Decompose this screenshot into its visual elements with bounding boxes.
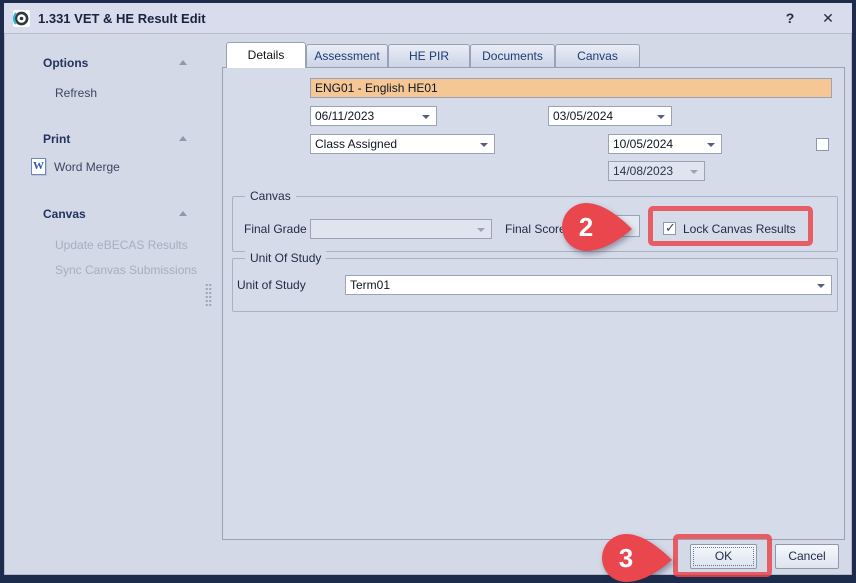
chevron-down-icon[interactable] (657, 115, 665, 119)
unit-of-study-label: Unit of Study (237, 275, 306, 295)
due-census-date-dropdown: 14/08/2023 (608, 161, 705, 181)
close-button[interactable]: ✕ (816, 7, 840, 30)
due-census-date-value: 14/08/2023 (613, 164, 673, 178)
final-score-label: Final Score (505, 219, 566, 239)
title-bar: 1.331 VET & HE Result Edit ? ✕ (4, 3, 852, 34)
tab-canvas[interactable]: Canvas (555, 44, 640, 67)
result-entry-date-dropdown[interactable]: 10/05/2024 (608, 134, 722, 154)
sidebar-group-print[interactable]: Print (43, 131, 70, 147)
final-grade-dropdown (310, 219, 492, 239)
cancel-button[interactable]: Cancel (775, 544, 839, 569)
chevron-down-icon[interactable] (422, 115, 430, 119)
window-title: 1.331 VET & HE Result Edit (38, 3, 206, 34)
finish-date-value: 03/05/2024 (553, 109, 613, 123)
panel-splitter-handle[interactable] (205, 283, 212, 306)
unit-of-study-dropdown[interactable]: Term01 (345, 275, 832, 295)
collapse-canvas-icon[interactable] (179, 211, 187, 216)
start-date-value: 06/11/2023 (315, 109, 374, 123)
unit-of-study-value: Term01 (350, 278, 390, 292)
tab-documents[interactable]: Documents (470, 44, 555, 67)
tab-he-pir[interactable]: HE PIR (388, 44, 470, 67)
chevron-down-icon[interactable] (480, 143, 488, 147)
chevron-down-icon (477, 228, 485, 232)
sidebar-item-sync-canvas-submissions[interactable]: Sync Canvas Submissions (55, 262, 197, 278)
help-button[interactable]: ? (778, 7, 802, 30)
finish-date-dropdown[interactable]: 03/05/2024 (548, 106, 672, 126)
chevron-down-icon[interactable] (707, 143, 715, 147)
sidebar-group-options[interactable]: Options (43, 55, 88, 71)
final-grade-label: Final Grade (244, 219, 307, 239)
canvas-group-label: Canvas (245, 189, 296, 204)
lock-canvas-results-checkbox[interactable] (663, 222, 676, 235)
start-date-dropdown[interactable]: 06/11/2023 (310, 106, 437, 126)
sidebar-group-canvas[interactable]: Canvas (43, 206, 86, 222)
dialog-window: 1.331 VET & HE Result Edit ? ✕ Options R… (4, 3, 852, 575)
tab-assessment[interactable]: Assessment (306, 44, 388, 67)
lock-canvas-results-label: Lock Canvas Results (683, 219, 796, 239)
collapse-print-icon[interactable] (179, 136, 187, 141)
status-dropdown[interactable]: Class Assigned (310, 134, 495, 154)
unit-of-study-group-label: Unit Of Study (245, 251, 326, 266)
final-score-field[interactable] (567, 215, 640, 237)
module-name-field[interactable]: ENG01 - English HE01 (310, 78, 832, 98)
collapse-options-icon[interactable] (179, 60, 187, 65)
tab-details[interactable]: Details (226, 42, 306, 68)
status-value: Class Assigned (315, 137, 397, 151)
result-entry-date-value: 10/05/2024 (613, 137, 673, 151)
publish-result-checkbox[interactable] (816, 138, 829, 151)
sidebar-item-refresh[interactable]: Refresh (55, 85, 97, 101)
ok-button[interactable]: OK (690, 544, 757, 569)
step-3-number: 3 (619, 543, 633, 573)
chevron-down-icon[interactable] (817, 284, 825, 288)
chevron-down-icon (690, 170, 698, 174)
word-document-icon (31, 158, 46, 175)
vet-he-result-edit-dialog: 1.331 VET & HE Result Edit ? ✕ Options R… (0, 0, 856, 583)
sidebar-item-update-ebecas-results[interactable]: Update eBECAS Results (55, 237, 188, 253)
app-logo-icon (13, 10, 30, 27)
sidebar-item-word-merge[interactable]: Word Merge (54, 159, 120, 175)
